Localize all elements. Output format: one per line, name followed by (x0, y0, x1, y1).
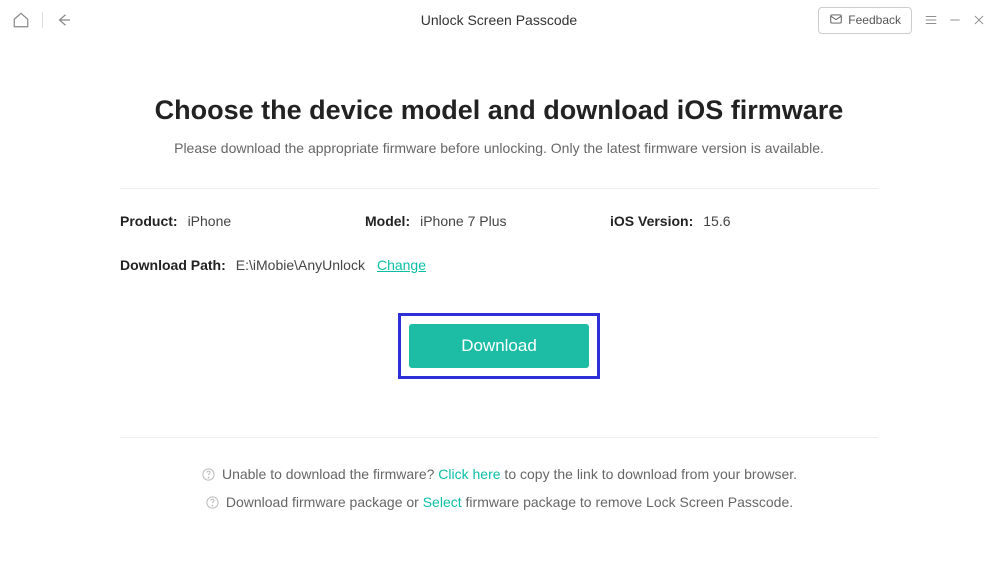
model-label: Model: (365, 213, 410, 229)
close-icon[interactable] (972, 13, 986, 27)
download-container: Download (120, 313, 878, 379)
download-path-row: Download Path: E:\iMobie\AnyUnlock Chang… (120, 257, 878, 273)
titlebar: Unlock Screen Passcode Feedback (0, 0, 998, 40)
product-label: Product: (120, 213, 178, 229)
window-controls (924, 13, 986, 27)
divider-top (120, 188, 878, 189)
ios-label: iOS Version: (610, 213, 693, 229)
ios-info: iOS Version: 15.6 (610, 213, 731, 229)
divider (42, 12, 43, 28)
home-icon[interactable] (12, 11, 30, 29)
device-info-row: Product: iPhone Model: iPhone 7 Plus iOS… (120, 213, 878, 229)
feedback-label: Feedback (848, 13, 901, 27)
click-here-link[interactable]: Click here (438, 466, 500, 482)
hint1-post: to copy the link to download from your b… (501, 466, 797, 482)
page-heading: Choose the device model and download iOS… (120, 95, 878, 126)
download-button[interactable]: Download (409, 324, 589, 368)
mail-icon (829, 12, 843, 29)
model-value: iPhone 7 Plus (420, 213, 506, 229)
product-value: iPhone (188, 213, 232, 229)
hint-line-1: Unable to download the firmware? Click h… (120, 466, 878, 482)
select-link[interactable]: Select (423, 494, 462, 510)
hint-line-2: Download firmware package or Select firm… (120, 494, 878, 510)
window-title: Unlock Screen Passcode (421, 12, 577, 28)
path-value: E:\iMobie\AnyUnlock (236, 257, 365, 273)
product-info: Product: iPhone (120, 213, 365, 229)
titlebar-right: Feedback (818, 7, 986, 34)
hint2-pre: Download firmware package or (226, 494, 423, 510)
download-highlight: Download (398, 313, 600, 379)
divider-bottom (120, 437, 878, 438)
question-icon (201, 467, 216, 482)
minimize-icon[interactable] (948, 13, 962, 27)
ios-value: 15.6 (703, 213, 730, 229)
menu-icon[interactable] (924, 13, 938, 27)
feedback-button[interactable]: Feedback (818, 7, 912, 34)
page-subheading: Please download the appropriate firmware… (120, 140, 878, 156)
model-info: Model: iPhone 7 Plus (365, 213, 610, 229)
hint2-post: firmware package to remove Lock Screen P… (462, 494, 794, 510)
titlebar-left (12, 11, 73, 29)
hint1-pre: Unable to download the firmware? (222, 466, 438, 482)
main-content: Choose the device model and download iOS… (0, 40, 998, 510)
change-link[interactable]: Change (377, 257, 426, 273)
path-label: Download Path: (120, 257, 226, 273)
question-icon (205, 495, 220, 510)
back-icon[interactable] (55, 11, 73, 29)
